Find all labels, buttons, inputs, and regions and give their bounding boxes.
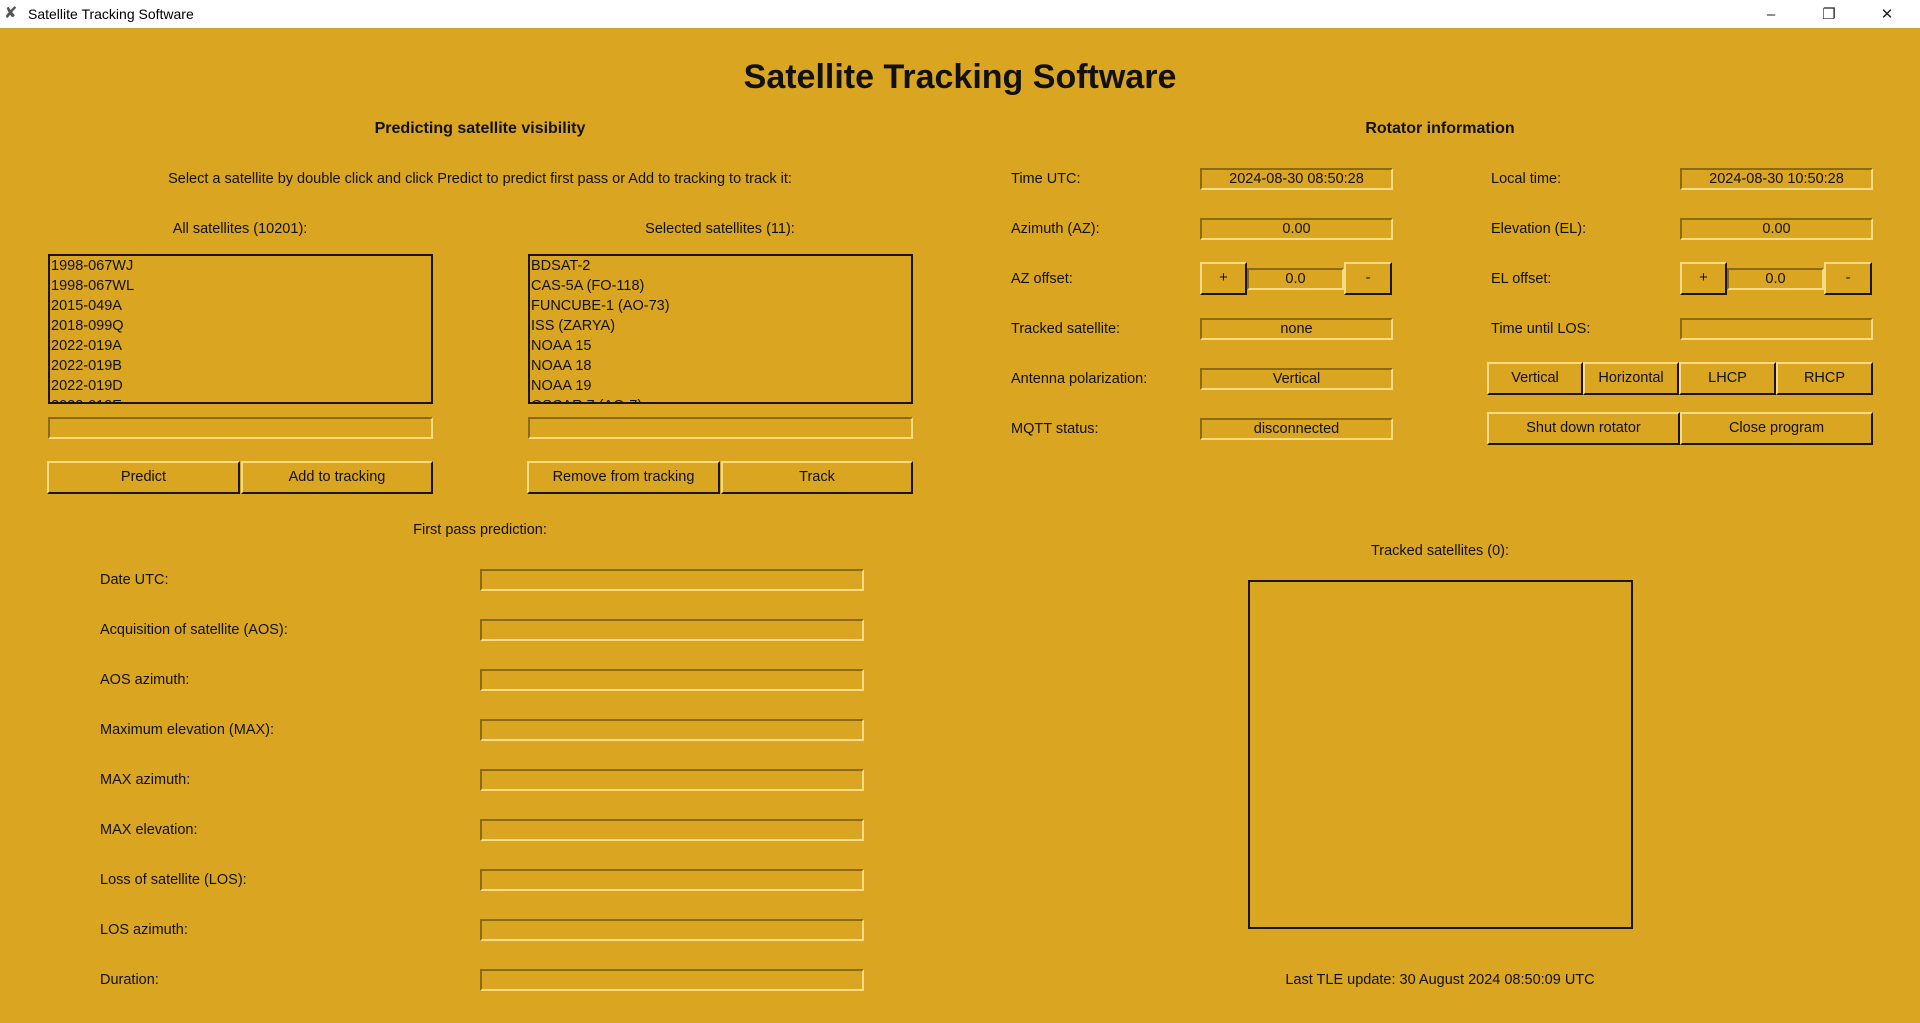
el-offset-plus-button[interactable]: +	[1680, 262, 1727, 295]
window-title: Satellite Tracking Software	[28, 6, 194, 22]
lhcp-button[interactable]: LHCP	[1679, 362, 1776, 395]
prediction-field	[480, 869, 864, 891]
selected-satellite-list-item[interactable]: NOAA 18	[531, 356, 911, 376]
prediction-label: Loss of satellite (LOS):	[100, 872, 247, 888]
rhcp-button[interactable]: RHCP	[1776, 362, 1873, 395]
selected-satellite-list-item[interactable]: BDSAT-2	[531, 256, 911, 276]
all-satellite-list-item[interactable]: 2015-049A	[51, 296, 431, 316]
prediction-field	[480, 669, 864, 691]
el-offset-label: EL offset:	[1491, 271, 1552, 287]
selected-satellite-list-item[interactable]: OSCAR 7 (AO-7)	[531, 396, 911, 402]
first-pass-title: First pass prediction:	[413, 522, 547, 538]
az-offset-plus-button[interactable]: +	[1200, 262, 1247, 295]
az-offset-minus-button[interactable]: -	[1344, 262, 1392, 295]
prediction-field	[480, 969, 864, 991]
elevation-field: 0.00	[1680, 218, 1873, 240]
selected-satellites-label: Selected satellites (11):	[645, 221, 795, 237]
selected-satellites-search-input[interactable]	[528, 417, 913, 439]
selected-satellites-listbox[interactable]: BDSAT-2 CAS-5A (FO-118) FUNCUBE-1 (AO-73) I…	[528, 254, 913, 404]
el-offset-input[interactable]: 0.0	[1727, 268, 1824, 290]
restore-icon[interactable]: ❐	[1806, 0, 1852, 29]
all-satellite-list-item[interactable]: 1998-067WJ	[51, 256, 431, 276]
predict-button[interactable]: Predict	[47, 461, 240, 494]
time-until-los-field	[1680, 318, 1873, 340]
remove-from-tracking-button[interactable]: Remove from tracking	[527, 461, 720, 494]
prediction-field	[480, 819, 864, 841]
all-satellite-list-item[interactable]: 2022-019D	[51, 376, 431, 396]
azimuth-field: 0.00	[1200, 218, 1393, 240]
el-offset-minus-button[interactable]: -	[1824, 262, 1872, 295]
selected-satellite-list-item[interactable]: FUNCUBE-1 (AO-73)	[531, 296, 911, 316]
all-satellite-list-item[interactable]: 2018-099Q	[51, 316, 431, 336]
close-program-button[interactable]: Close program	[1680, 412, 1873, 445]
prediction-label: AOS azimuth:	[100, 672, 190, 688]
prediction-label: Duration:	[100, 972, 159, 988]
prediction-label: MAX elevation:	[100, 822, 198, 838]
horizontal-button[interactable]: Horizontal	[1583, 362, 1679, 395]
selected-satellite-list-item[interactable]: NOAA 15	[531, 336, 911, 356]
prediction-field	[480, 719, 864, 741]
mqtt-status-label: MQTT status:	[1011, 421, 1099, 437]
prediction-field	[480, 619, 864, 641]
selected-satellite-list-item[interactable]: CAS-5A (FO-118)	[531, 276, 911, 296]
elevation-label: Elevation (EL):	[1491, 221, 1587, 237]
rotator-section-title: Rotator information	[1365, 120, 1515, 137]
az-offset-input[interactable]: 0.0	[1247, 268, 1344, 290]
all-satellites-label: All satellites (10201):	[172, 221, 308, 237]
instruction-text: Select a satellite by double click and c…	[168, 171, 792, 187]
shut-down-rotator-button[interactable]: Shut down rotator	[1487, 412, 1680, 445]
local-time-label: Local time:	[1491, 171, 1562, 187]
tracked-satellites-listbox[interactable]	[1248, 580, 1633, 929]
vertical-button[interactable]: Vertical	[1487, 362, 1583, 395]
prediction-label: LOS azimuth:	[100, 922, 188, 938]
prediction-label: MAX azimuth:	[100, 772, 191, 788]
all-satellite-list-item[interactable]: 2022-019B	[51, 356, 431, 376]
page-title: Satellite Tracking Software	[743, 58, 1177, 96]
prediction-field	[480, 569, 864, 591]
prediction-field	[480, 919, 864, 941]
all-satellite-list-item[interactable]: 2022-019A	[51, 336, 431, 356]
prediction-label: Acquisition of satellite (AOS):	[100, 622, 288, 638]
predict-section-title: Predicting satellite visibility	[374, 120, 586, 137]
time-utc-label: Time UTC:	[1011, 171, 1081, 187]
all-satellites-search-input[interactable]	[48, 417, 433, 439]
prediction-label: Maximum elevation (MAX):	[100, 722, 275, 738]
polarization-field: Vertical	[1200, 368, 1393, 390]
minimize-icon[interactable]: –	[1748, 0, 1794, 29]
prediction-field	[480, 769, 864, 791]
local-time-field: 2024-08-30 10:50:28	[1680, 168, 1873, 190]
all-satellites-listbox[interactable]: 1998-067WJ 1998-067WL 2015-049A 2018-099Q 20…	[48, 254, 433, 404]
time-utc-field: 2024-08-30 08:50:28	[1200, 168, 1393, 190]
all-satellite-list-item[interactable]: 2022-019E	[51, 396, 431, 402]
all-satellite-list-item[interactable]: 1998-067WL	[51, 276, 431, 296]
tracked-satellite-field: none	[1200, 318, 1393, 340]
satellite-icon: ✘	[4, 5, 18, 22]
polarization-label: Antenna polarization:	[1011, 371, 1148, 387]
tracked-satellite-label: Tracked satellite:	[1011, 321, 1121, 337]
last-tle-update: Last TLE update: 30 August 2024 08:50:09…	[1285, 972, 1595, 988]
prediction-label: Date UTC:	[100, 572, 169, 588]
track-button[interactable]: Track	[721, 461, 913, 494]
selected-satellite-list-item[interactable]: ISS (ZARYA)	[531, 316, 911, 336]
mqtt-status-field: disconnected	[1200, 418, 1393, 440]
time-until-los-label: Time until LOS:	[1491, 321, 1591, 337]
close-icon[interactable]: ✕	[1864, 0, 1910, 29]
title-bar: ✘ Satellite Tracking Software – ❐ ✕	[0, 0, 1920, 29]
selected-satellite-list-item[interactable]: NOAA 19	[531, 376, 911, 396]
az-offset-label: AZ offset:	[1011, 271, 1073, 287]
tracked-satellites-label: Tracked satellites (0):	[1370, 543, 1510, 559]
add-to-tracking-button[interactable]: Add to tracking	[241, 461, 433, 494]
azimuth-label: Azimuth (AZ):	[1011, 221, 1100, 237]
